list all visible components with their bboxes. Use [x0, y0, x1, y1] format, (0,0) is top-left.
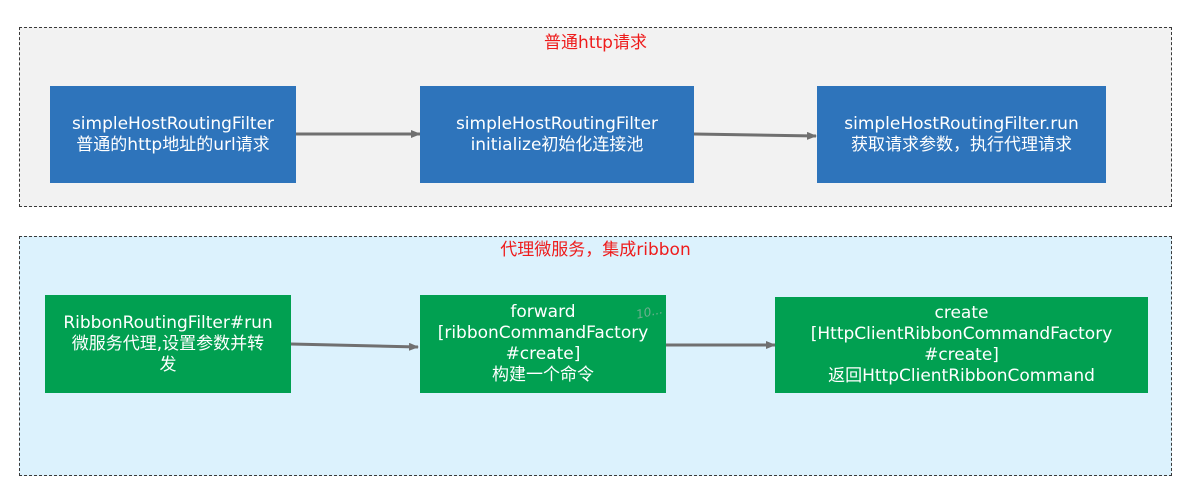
- simple-host-filter-url-label: simpleHostRoutingFilter 普通的http地址的url请求: [71, 113, 275, 155]
- simple-host-filter-initialize-label: simpleHostRoutingFilter initialize初始化连接池: [455, 113, 659, 155]
- simple-host-filter-url-node: simpleHostRoutingFilter 普通的http地址的url请求: [50, 86, 296, 183]
- forward-ribbon-command-factory-label: forward [ribbonCommandFactory #create] 构…: [437, 302, 649, 385]
- simple-host-filter-run-node: simpleHostRoutingFilter.run 获取请求参数，执行代理请…: [817, 86, 1106, 183]
- create-http-client-ribbon-command-label: create [HttpClientRibbonCommandFactory #…: [810, 303, 1113, 386]
- arrow-http-2-to-3: [693, 131, 817, 140]
- arrow-ribbon-1-to-2: [290, 342, 419, 351]
- create-http-client-ribbon-command-node: create [HttpClientRibbonCommandFactory #…: [775, 297, 1148, 393]
- simple-host-filter-run-label: simpleHostRoutingFilter.run 获取请求参数，执行代理请…: [844, 113, 1079, 155]
- forward-ribbon-command-factory-node: forward [ribbonCommandFactory #create] 构…: [420, 295, 666, 393]
- ribbon-routing-filter-run-node: RibbonRoutingFilter#run 微服务代理,设置参数并转 发: [45, 295, 291, 393]
- ribbon-routing-filter-run-label: RibbonRoutingFilter#run 微服务代理,设置参数并转 发: [63, 312, 273, 375]
- connector-layer: [290, 130, 817, 351]
- simple-host-filter-initialize-node: simpleHostRoutingFilter initialize初始化连接池: [420, 86, 694, 183]
